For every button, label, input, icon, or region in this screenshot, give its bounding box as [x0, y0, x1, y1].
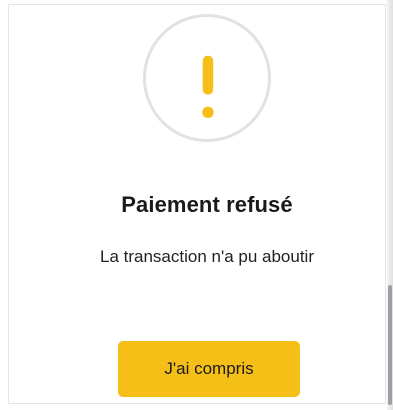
- scrollbar-thumb[interactable]: [388, 285, 392, 405]
- window-edge: [387, 0, 393, 410]
- dialog-title: Paiement refusé: [121, 192, 293, 217]
- acknowledge-button[interactable]: J'ai compris: [118, 341, 300, 397]
- dialog-message: La transaction n'a pu aboutir: [99, 247, 314, 266]
- status-icon-circle: [143, 14, 271, 142]
- exclamation-icon: [202, 55, 214, 119]
